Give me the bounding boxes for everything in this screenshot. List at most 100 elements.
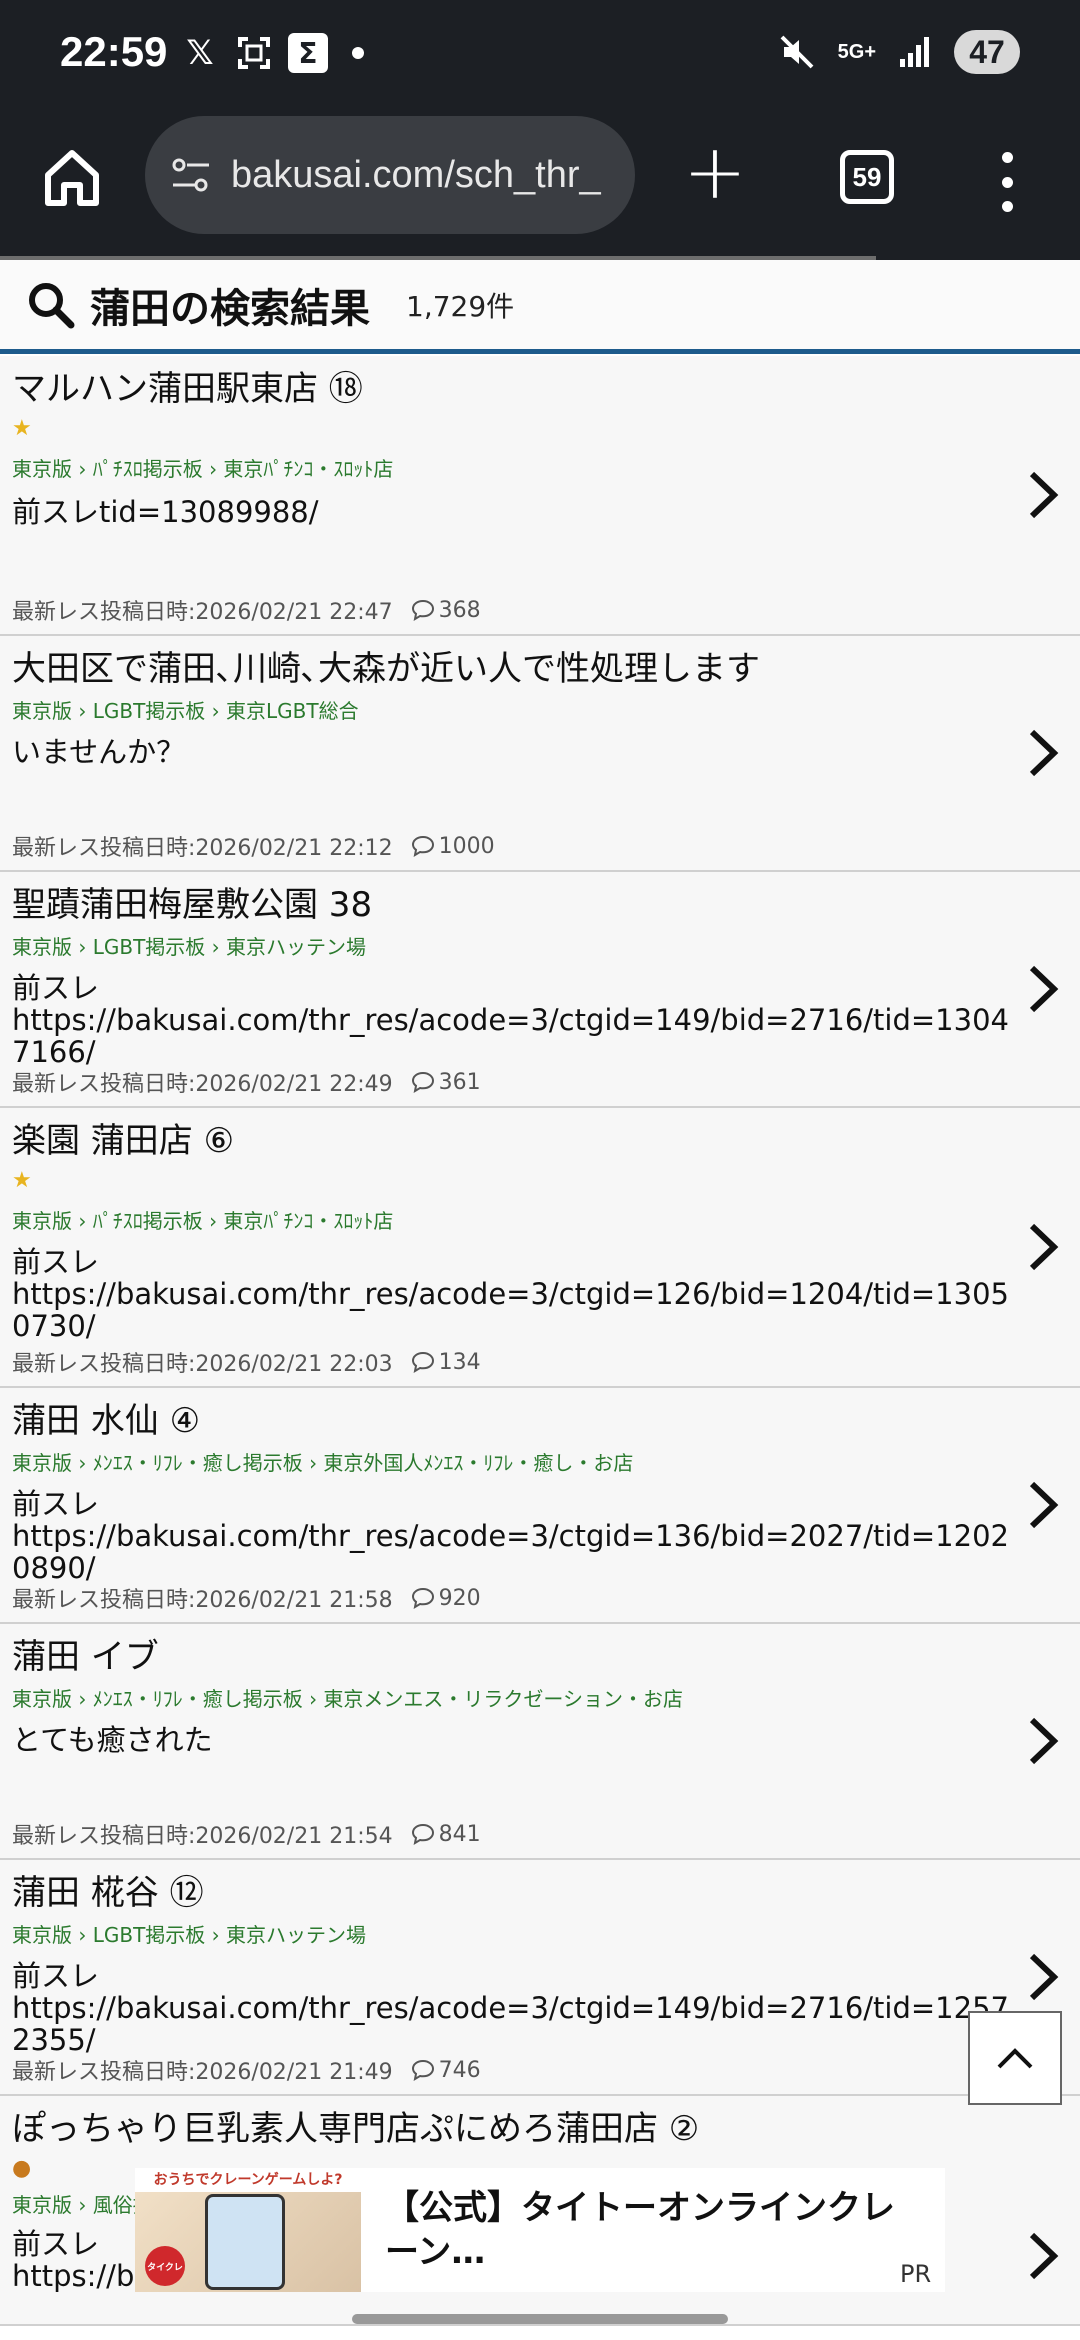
last-post-date: 最新レス投稿日時:2026/02/21 21:58 <box>12 1588 393 1613</box>
chevron-right-icon <box>1029 1481 1059 1529</box>
gesture-nav-bar[interactable] <box>352 2314 728 2324</box>
comment-count: 361 <box>438 1069 481 1095</box>
thread-item[interactable]: 楽園 蒲田店 ⑥ ★ 東京版 › ﾊﾟﾁｽﾛ掲示板 › 東京ﾊﾟﾁﾝｺ・ｽﾛｯﾄ… <box>0 1108 1080 1388</box>
comment-count: 841 <box>438 1821 481 1847</box>
thread-title: ぽっちゃり巨乳素人専門店ぷにめろ蒲田店 ② <box>12 2109 700 2149</box>
ad-logo: タイクレ <box>145 2246 185 2286</box>
chevron-right-icon <box>1029 471 1059 519</box>
comment-icon <box>411 2059 434 2081</box>
thread-breadcrumb[interactable]: 東京版 › LGBT掲示板 › 東京ハッテン場 <box>12 930 1020 964</box>
star-badge-icon: ★ <box>12 1168 32 1193</box>
thread-title: 楽園 蒲田店 ⑥ <box>12 1121 235 1161</box>
last-post-date: 最新レス投稿日時:2026/02/21 21:54 <box>12 1824 393 1849</box>
home-icon[interactable] <box>40 145 104 209</box>
screenshot-icon <box>234 33 274 73</box>
thread-meta: 最新レス投稿日時:2026/02/21 21:58 920 <box>12 1582 481 1614</box>
ad-banner[interactable]: おうちでクレーンゲームしよ? タイクレ 【公式】タイトーオンラインクレーン… <box>135 2168 945 2292</box>
thread-title: 聖蹟蒲田梅屋敷公園 38 <box>12 885 373 925</box>
thread-preview: いませんか？ <box>12 735 186 769</box>
ad-image-caption: おうちでクレーンゲームしよ? <box>135 2168 361 2192</box>
comment-icon <box>411 1351 434 1373</box>
thread-preview: とても癒された <box>12 1723 213 1757</box>
thread-item[interactable]: 蒲田 イブ 東京版 › ﾒﾝｴｽ・ﾘﾌﾚ・癒し掲示板 › 東京メンエス・リラクゼ… <box>0 1624 1080 1860</box>
sigma-app-icon: Σ <box>288 33 328 73</box>
chevron-right-icon <box>1029 1223 1059 1271</box>
thread-item[interactable]: 蒲田 水仙 ④ 東京版 › ﾒﾝｴｽ・ﾘﾌﾚ・癒し掲示板 › 東京外国人ﾒﾝｴｽ… <box>0 1388 1080 1624</box>
thread-meta: 最新レス投稿日時:2026/02/21 22:49 361 <box>12 1066 481 1098</box>
more-notifications-dot <box>352 47 364 59</box>
new-tab-button[interactable]: + <box>680 134 750 210</box>
comment-icon <box>411 599 434 621</box>
comment-count: 746 <box>438 2057 481 2083</box>
page-title: 蒲田の検索結果 <box>90 285 370 332</box>
thread-preview: 前スレtid=13089988/ <box>12 495 319 529</box>
thread-item[interactable]: 蒲田 椛谷 ⑫ 東京版 › LGBT掲示板 › 東京ハッテン場 前スレ http… <box>0 1860 1080 2096</box>
thread-breadcrumb[interactable]: 東京版 › ﾒﾝｴｽ・ﾘﾌﾚ・癒し掲示板 › 東京外国人ﾒﾝｴｽ・ﾘﾌﾚ・癒し・… <box>12 1446 1020 1480</box>
thread-breadcrumb[interactable]: 東京版 › ﾊﾟﾁｽﾛ掲示板 › 東京ﾊﾟﾁﾝｺ・ｽﾛｯﾄ店 <box>12 452 1020 486</box>
thread-breadcrumb[interactable]: 東京版 › ﾒﾝｴｽ・ﾘﾌﾚ・癒し掲示板 › 東京メンエス・リラクゼーション・お… <box>12 1682 1020 1716</box>
thread-meta: 最新レス投稿日時:2026/02/21 21:49 746 <box>12 2054 481 2086</box>
chevron-up-icon <box>997 2048 1033 2069</box>
ad-image: おうちでクレーンゲームしよ? タイクレ <box>135 2168 361 2292</box>
thread-item[interactable]: マルハン蒲田駅東店 ⑱ ★ 東京版 › ﾊﾟﾁｽﾛ掲示板 › 東京ﾊﾟﾁﾝｺ・ｽ… <box>0 356 1080 636</box>
comment-icon <box>411 1823 434 1845</box>
last-post-date: 最新レス投稿日時:2026/02/21 22:49 <box>12 1072 393 1097</box>
network-type: 5G+ <box>837 41 876 63</box>
ad-phone-graphic <box>205 2194 285 2290</box>
clock: 22:59 <box>60 28 168 75</box>
notification-icons: 𝕏 Σ <box>180 33 364 73</box>
result-count: 1,729件 <box>406 289 515 323</box>
comment-icon <box>411 1071 434 1093</box>
thread-breadcrumb[interactable]: 東京版 › LGBT掲示板 › 東京LGBT総合 <box>12 694 1020 728</box>
ad-title: 【公式】タイトーオンラインクレーン… <box>385 2188 895 2272</box>
thread-preview: 前スレ https://bakusai.com/thr_res/acode=3/… <box>12 971 1009 1069</box>
star-badge-icon: ★ <box>12 416 32 441</box>
search-results-header: 蒲田の検索結果 1,729件 <box>0 260 1080 354</box>
last-post-date: 最新レス投稿日時:2026/02/21 22:47 <box>12 600 393 625</box>
thread-title: 蒲田 水仙 ④ <box>12 1401 201 1441</box>
tab-switcher-button[interactable]: 59 <box>840 150 894 204</box>
back-to-top-button[interactable] <box>968 2011 1062 2105</box>
thread-meta: 最新レス投稿日時:2026/02/21 22:12 1000 <box>12 830 495 862</box>
last-post-date: 最新レス投稿日時:2026/02/21 22:12 <box>12 836 393 861</box>
chevron-right-icon <box>1029 1717 1059 1765</box>
chevron-right-icon <box>1029 1953 1059 2001</box>
site-settings-icon[interactable] <box>169 153 213 197</box>
thread-breadcrumb[interactable]: 東京版 › LGBT掲示板 › 東京ハッテン場 <box>12 1918 1020 1952</box>
thread-meta: 最新レス投稿日時:2026/02/21 22:47 368 <box>12 594 481 626</box>
thread-item[interactable]: 聖蹟蒲田梅屋敷公園 38 東京版 › LGBT掲示板 › 東京ハッテン場 前スレ… <box>0 872 1080 1108</box>
comment-icon <box>411 835 434 857</box>
chevron-right-icon <box>1029 2232 1059 2279</box>
comment-count: 134 <box>438 1349 481 1375</box>
signal-icon <box>900 37 929 67</box>
search-icon <box>29 282 75 328</box>
thread-title: 蒲田 イブ <box>12 1637 159 1677</box>
comment-count: 1000 <box>438 833 495 859</box>
thread-breadcrumb[interactable]: 東京版 › ﾊﾟﾁｽﾛ掲示板 › 東京ﾊﾟﾁﾝｺ・ｽﾛｯﾄ店 <box>12 1204 1020 1238</box>
chevron-right-icon <box>1029 729 1059 777</box>
battery-indicator: 47 <box>954 30 1020 74</box>
thread-title: 大田区で蒲田､川崎､大森が近い人で性処理します <box>12 649 760 689</box>
comment-count: 920 <box>438 1585 481 1611</box>
address-bar[interactable]: bakusai.com/sch_thr_ <box>145 116 635 234</box>
mute-icon <box>780 35 814 69</box>
last-post-date: 最新レス投稿日時:2026/02/21 21:49 <box>12 2060 393 2085</box>
thread-preview: 前スレ https://bakusai.com/thr_res/acode=3/… <box>12 1245 1009 1343</box>
thread-item[interactable]: 大田区で蒲田､川崎､大森が近い人で性処理します 東京版 › LGBT掲示板 › … <box>0 636 1080 872</box>
thread-preview: 前スレ https://bakusai.com/thr_res/acode=3/… <box>12 1959 1009 2057</box>
thread-meta: 最新レス投稿日時:2026/02/21 22:03 134 <box>12 1346 481 1378</box>
last-post-date: 最新レス投稿日時:2026/02/21 22:03 <box>12 1352 393 1377</box>
comment-count: 368 <box>438 597 481 623</box>
comment-icon <box>411 1587 434 1609</box>
ad-pr-label: PR <box>900 2260 932 2288</box>
thread-title: マルハン蒲田駅東店 ⑱ <box>12 369 363 409</box>
browser-menu-button[interactable] <box>995 152 1019 212</box>
thread-list: マルハン蒲田駅東店 ⑱ ★ 東京版 › ﾊﾟﾁｽﾛ掲示板 › 東京ﾊﾟﾁﾝｺ・ｽ… <box>0 356 1080 2326</box>
thread-preview: 前スレ https://bakusai.com/thr_res/acode=3/… <box>12 1487 1009 1585</box>
browser-toolbar: bakusai.com/sch_thr_ + 59 <box>0 110 1080 260</box>
x-app-icon: 𝕏 <box>186 33 214 73</box>
chevron-right-icon <box>1029 965 1059 1013</box>
thread-meta: 最新レス投稿日時:2026/02/21 21:54 841 <box>12 1818 481 1850</box>
thread-title: 蒲田 椛谷 ⑫ <box>12 1873 204 1913</box>
url-text: bakusai.com/sch_thr_ <box>231 153 601 196</box>
